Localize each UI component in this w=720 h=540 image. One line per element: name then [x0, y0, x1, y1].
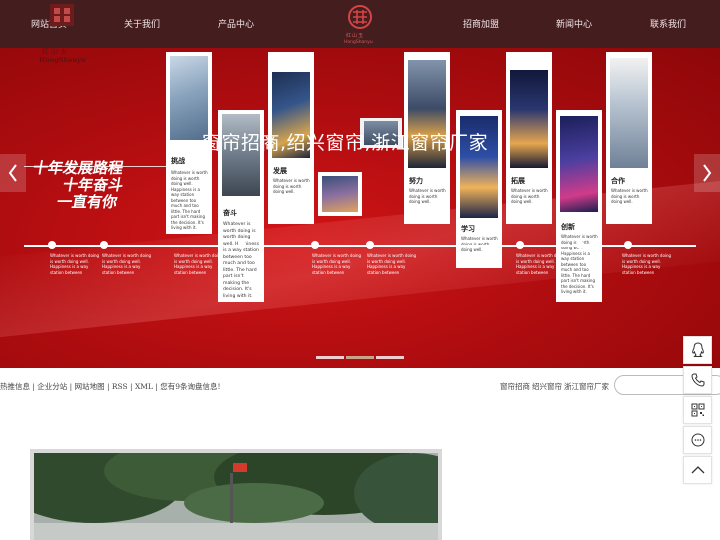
chevron-left-icon: [8, 164, 17, 182]
card-photo: [510, 70, 548, 168]
timeline-dot: [624, 241, 632, 249]
timeline-note: Whatever is worth doing is worth doing w…: [516, 253, 566, 275]
banner-slogan: 十年发展路程 十年奋斗 一直有你: [26, 159, 128, 211]
timeline-dot: [576, 241, 584, 249]
hot-links[interactable]: 热推信息 | 企业分站 | 网站地图 | RSS | XML | 您有9条询盘信…: [0, 381, 221, 392]
timeline-dot: [48, 241, 56, 249]
timeline-note: Whatever is worth doing is worth doing w…: [174, 253, 224, 275]
nav-franchise[interactable]: 招商加盟: [463, 17, 499, 30]
nav-about[interactable]: 关于我们: [124, 17, 160, 30]
timeline-note: Whatever is worth doing is worth doing w…: [102, 253, 152, 275]
brand-name-en: HongShanyu: [39, 56, 86, 64]
timeline-dot: [366, 241, 374, 249]
banner-pager-dot-active[interactable]: [346, 356, 374, 359]
timeline-note: Whatever is worth doing is worth doing w…: [312, 253, 362, 275]
nav-products[interactable]: 产品中心: [218, 17, 254, 30]
qrcode-icon: [691, 403, 704, 417]
timeline-dot: [516, 241, 524, 249]
card-title: 拓展: [511, 177, 525, 185]
card-text: Whatever is worth doing is worth doing w…: [223, 222, 259, 299]
keyword-link[interactable]: 绍兴窗帘: [532, 381, 562, 392]
phone-button[interactable]: [683, 366, 712, 394]
card-title: 合作: [611, 177, 625, 185]
back-to-top-button[interactable]: [683, 456, 712, 484]
banner-prev-button[interactable]: [0, 154, 26, 192]
keyword-link[interactable]: 窗帘招商: [500, 381, 530, 392]
card-text: Whatever is worth doing is worth doing w…: [511, 188, 548, 204]
slogan-line-1: 十年发展路程: [31, 159, 125, 177]
banner-pager-dot[interactable]: [376, 356, 404, 359]
chevron-right-icon: [703, 164, 712, 182]
timeline-note: Whatever is worth doing is worth doing w…: [622, 253, 672, 275]
timeline-card-expansion: 拓展 Whatever is worth doing is worth doin…: [506, 52, 552, 224]
timeline-dot: [100, 241, 108, 249]
timeline-note: Whatever is worth doing is worth doing w…: [367, 253, 417, 275]
banner-title: 窗帘招商,绍兴窗帘,浙江窗帘厂家: [202, 132, 489, 154]
timeline-dot: [311, 241, 319, 249]
banner-next-button[interactable]: [694, 154, 720, 192]
card-text: Whatever is worth doing is worth doing w…: [611, 188, 648, 204]
timeline-note: Whatever is worth doing is worth doing w…: [50, 253, 100, 275]
card-photo: [610, 58, 648, 168]
timeline-axis: [24, 245, 696, 247]
qq-button[interactable]: [683, 336, 712, 364]
brand-logo[interactable]: 红山玉 HongShanyu: [36, 2, 92, 64]
card-text: Whatever is worth doing is worth doing w…: [273, 178, 310, 194]
logo-mark-icon: [50, 4, 74, 26]
qq-icon: [691, 342, 704, 357]
center-logo-name-en: HongShanyu: [344, 40, 373, 45]
timeline-dot: [238, 241, 246, 249]
card-photo: [222, 114, 260, 196]
card-title: 学习: [461, 225, 475, 233]
slogan-line-2: 十年奋斗: [61, 176, 125, 194]
card-photo: [560, 116, 598, 212]
message-button[interactable]: [683, 426, 712, 454]
page: 网站首页 关于我们 产品中心 招商加盟 新闻中心 联系我们 红山玉 HongSh…: [0, 0, 720, 540]
center-logo[interactable]: 红山玉 HongShanyu: [340, 4, 380, 46]
qrcode-button[interactable]: [683, 396, 712, 424]
brand-name-cn: 红山玉: [42, 47, 69, 55]
card-title: 创新: [561, 223, 575, 231]
nav-news[interactable]: 新闻中心: [556, 17, 592, 30]
card-photo: [322, 176, 358, 212]
phone-icon: [690, 373, 704, 387]
message-icon: [691, 433, 704, 447]
timeline-card-cooperation: 合作 Whatever is worth doing is worth doin…: [606, 52, 652, 224]
card-text: Whatever is worth doing is worth doing w…: [171, 170, 208, 230]
banner-pager-dot[interactable]: [316, 356, 344, 359]
floating-photo-harbor: [318, 172, 362, 216]
tree-photo: [34, 453, 438, 540]
featured-photo: [30, 449, 442, 540]
floating-contact-toolbar: [683, 336, 712, 486]
card-title: 发展: [273, 167, 287, 175]
card-title: 努力: [409, 177, 423, 185]
back-to-top-icon: [691, 466, 704, 474]
nav-contact[interactable]: 联系我们: [650, 17, 686, 30]
center-logo-icon: [348, 5, 372, 29]
keyword-link[interactable]: 浙江窗帘厂家: [564, 381, 609, 392]
card-text: Whatever is worth doing is worth doing w…: [409, 188, 446, 204]
card-title: 奋斗: [223, 209, 237, 217]
card-title: 挑战: [171, 157, 185, 165]
hero-banner: 十年发展路程 十年奋斗 一直有你 挑战 Whatever is worth do…: [0, 48, 720, 368]
slogan-line-3: 一直有你: [55, 193, 119, 211]
center-logo-name-cn: 红山玉: [346, 33, 365, 39]
